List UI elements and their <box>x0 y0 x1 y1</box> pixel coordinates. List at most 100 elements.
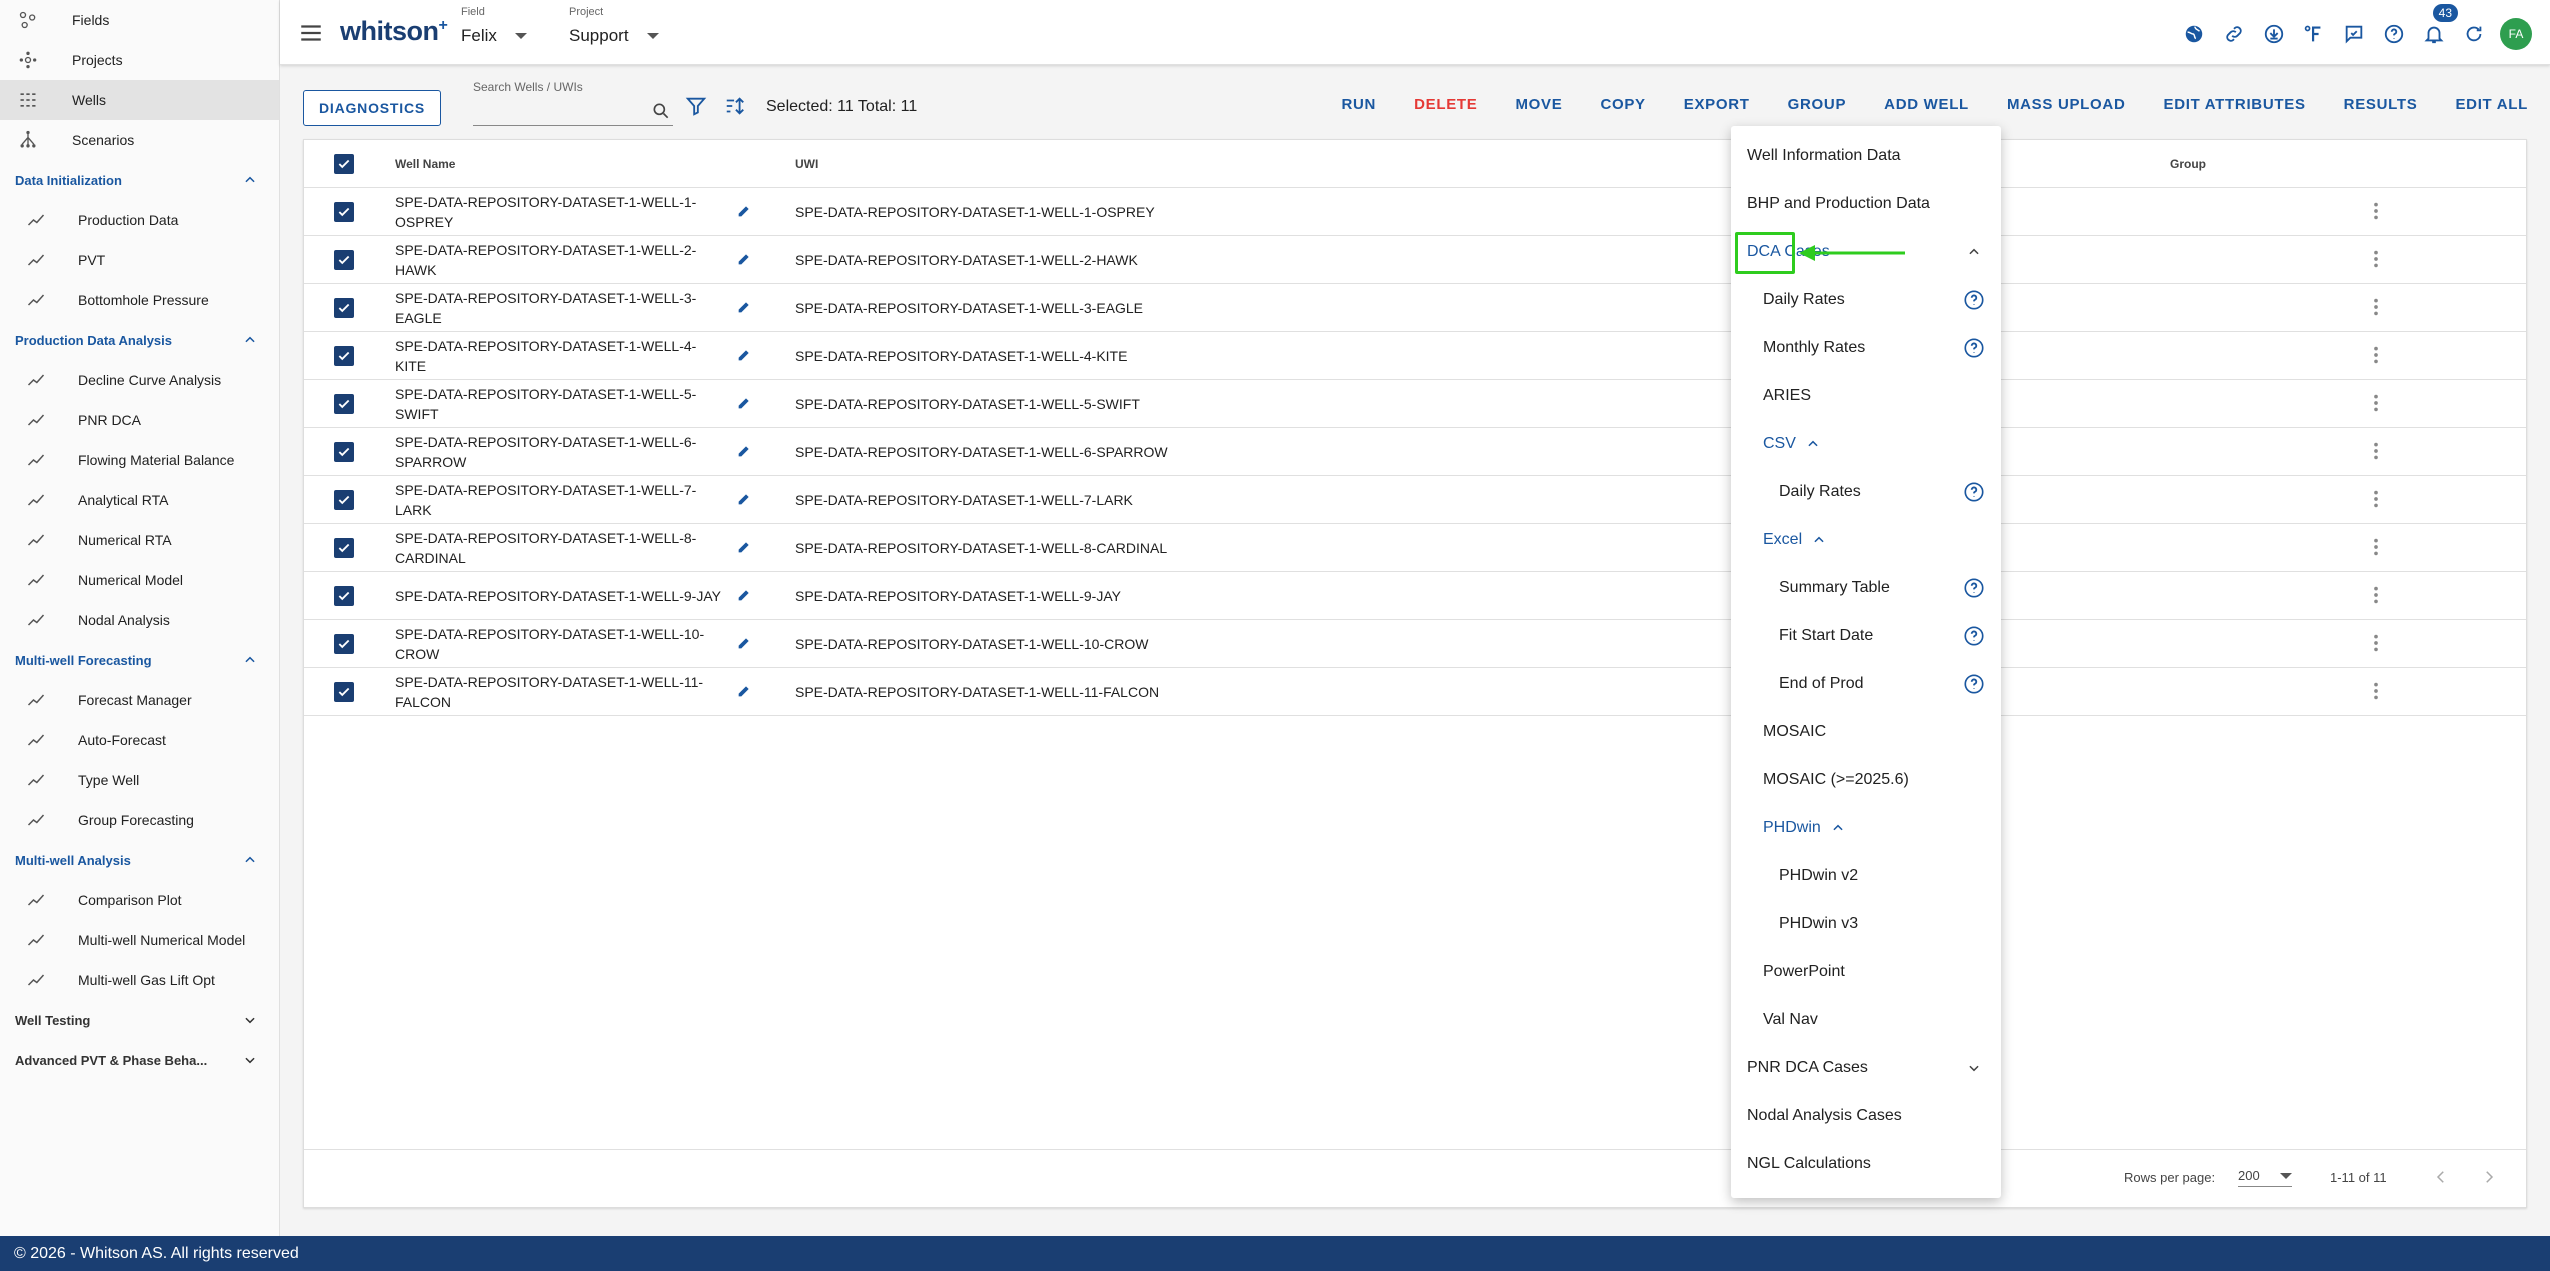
export-item-bhp-and-production-data[interactable]: BHP and Production Data <box>1731 180 2001 228</box>
help-circle-icon[interactable] <box>1963 289 1985 316</box>
sidebar-item-multi-well-numerical-model[interactable]: Multi-well Numerical Model <box>0 920 279 960</box>
row-more-icon[interactable] <box>2365 536 2387 561</box>
edit-pencil-icon[interactable] <box>736 395 752 414</box>
export-item-monthly-rates[interactable]: Monthly Rates <box>1731 324 2001 372</box>
feedback-icon[interactable] <box>2340 20 2368 48</box>
notifications-bell-icon[interactable]: 43 <box>2420 4 2458 48</box>
sort-icon[interactable] <box>724 95 746 117</box>
row-checkbox[interactable] <box>334 202 354 222</box>
refresh-icon[interactable] <box>2460 20 2488 48</box>
app-logo[interactable]: whitson+ <box>340 16 448 47</box>
sidebar-item-fields[interactable]: Fields <box>0 0 279 40</box>
help-circle-icon[interactable] <box>1963 337 1985 364</box>
export-item-powerpoint[interactable]: PowerPoint <box>1731 948 2001 996</box>
globe-icon[interactable] <box>2180 20 2208 48</box>
export-item-ngl-calculations[interactable]: NGL Calculations <box>1731 1140 2001 1188</box>
row-more-icon[interactable] <box>2365 488 2387 513</box>
header-well-name[interactable]: Well Name <box>395 140 725 188</box>
add-well-button[interactable]: ADD WELL <box>1884 96 1969 113</box>
export-item-daily-rates[interactable]: Daily Rates <box>1731 468 2001 516</box>
hamburger-menu-icon[interactable] <box>298 20 324 46</box>
sidebar-item-scenarios[interactable]: Scenarios <box>0 120 279 160</box>
link-icon[interactable] <box>2220 20 2248 48</box>
sidebar-item-wells[interactable]: Wells <box>0 80 279 120</box>
sidebar-item-decline-curve-analysis[interactable]: Decline Curve Analysis <box>0 360 279 400</box>
table-row[interactable]: SPE-DATA-REPOSITORY-DATASET-1-WELL-2-HAW… <box>304 236 2526 284</box>
sidebar-section-multi-well-analysis[interactable]: Multi-well Analysis <box>0 840 279 880</box>
sidebar-item-nodal-analysis[interactable]: Nodal Analysis <box>0 600 279 640</box>
table-row[interactable]: SPE-DATA-REPOSITORY-DATASET-1-WELL-7-LAR… <box>304 476 2526 524</box>
help-circle-icon[interactable] <box>1963 481 1985 508</box>
sidebar-item-numerical-rta[interactable]: Numerical RTA <box>0 520 279 560</box>
row-checkbox[interactable] <box>334 586 354 606</box>
edit-pencil-icon[interactable] <box>736 443 752 462</box>
sidebar-section-production-data-analysis[interactable]: Production Data Analysis <box>0 320 279 360</box>
temperature-unit-icon[interactable] <box>2300 20 2328 48</box>
table-row[interactable]: SPE-DATA-REPOSITORY-DATASET-1-WELL-6-SPA… <box>304 428 2526 476</box>
field-select[interactable]: Field Felix <box>461 6 527 46</box>
select-all-checkbox[interactable] <box>334 154 354 174</box>
user-avatar[interactable]: FA <box>2500 18 2532 50</box>
edit-pencil-icon[interactable] <box>736 251 752 270</box>
sidebar-item-multi-well-gas-lift-opt[interactable]: Multi-well Gas Lift Opt <box>0 960 279 1000</box>
export-item-excel[interactable]: Excel <box>1731 516 2001 564</box>
sidebar-item-analytical-rta[interactable]: Analytical RTA <box>0 480 279 520</box>
row-more-icon[interactable] <box>2365 200 2387 225</box>
search-wells-field[interactable]: Search Wells / UWIs <box>473 80 673 126</box>
sidebar-item-numerical-model[interactable]: Numerical Model <box>0 560 279 600</box>
row-more-icon[interactable] <box>2365 248 2387 273</box>
edit-pencil-icon[interactable] <box>736 491 752 510</box>
sidebar-item-production-data[interactable]: Production Data <box>0 200 279 240</box>
copy-button[interactable]: COPY <box>1600 96 1645 113</box>
help-circle-icon[interactable] <box>1963 673 1985 700</box>
download-circle-icon[interactable] <box>2260 20 2288 48</box>
row-checkbox[interactable] <box>334 298 354 318</box>
row-more-icon[interactable] <box>2365 296 2387 321</box>
export-item-well-information-data[interactable]: Well Information Data <box>1731 132 2001 180</box>
table-row[interactable]: SPE-DATA-REPOSITORY-DATASET-1-WELL-11-FA… <box>304 668 2526 716</box>
table-row[interactable]: SPE-DATA-REPOSITORY-DATASET-1-WELL-8-CAR… <box>304 524 2526 572</box>
next-page-icon[interactable] <box>2480 1168 2498 1186</box>
mass-upload-button[interactable]: MASS UPLOAD <box>2007 96 2126 113</box>
row-more-icon[interactable] <box>2365 344 2387 369</box>
row-more-icon[interactable] <box>2365 584 2387 609</box>
table-row[interactable]: SPE-DATA-REPOSITORY-DATASET-1-WELL-1-OSP… <box>304 188 2526 236</box>
project-select[interactable]: Project Support <box>569 6 659 46</box>
row-checkbox[interactable] <box>334 490 354 510</box>
sidebar-item-group-forecasting[interactable]: Group Forecasting <box>0 800 279 840</box>
export-item-end-of-prod[interactable]: End of Prod <box>1731 660 2001 708</box>
export-item-summary-table[interactable]: Summary Table <box>1731 564 2001 612</box>
previous-page-icon[interactable] <box>2432 1168 2450 1186</box>
help-circle-icon[interactable] <box>1963 577 1985 604</box>
edit-pencil-icon[interactable] <box>736 683 752 702</box>
row-checkbox[interactable] <box>334 250 354 270</box>
row-checkbox[interactable] <box>334 394 354 414</box>
move-button[interactable]: MOVE <box>1515 96 1562 113</box>
edit-pencil-icon[interactable] <box>736 347 752 366</box>
sidebar-item-auto-forecast[interactable]: Auto-Forecast <box>0 720 279 760</box>
sidebar-section-advanced-pvt-phase-beha[interactable]: Advanced PVT & Phase Beha... <box>0 1040 279 1080</box>
filter-icon[interactable] <box>685 95 707 117</box>
help-icon[interactable] <box>2380 20 2408 48</box>
export-item-csv[interactable]: CSV <box>1731 420 2001 468</box>
header-group[interactable]: Group <box>2170 140 2206 188</box>
run-button[interactable]: RUN <box>1341 96 1376 113</box>
export-button[interactable]: EXPORT <box>1684 96 1750 113</box>
chevron-down-icon[interactable] <box>1967 1061 1981 1080</box>
edit-attributes-button[interactable]: EDIT ATTRIBUTES <box>2163 96 2305 113</box>
table-row[interactable]: SPE-DATA-REPOSITORY-DATASET-1-WELL-5-SWI… <box>304 380 2526 428</box>
sidebar-item-flowing-material-balance[interactable]: Flowing Material Balance <box>0 440 279 480</box>
diagnostics-button[interactable]: DIAGNOSTICS <box>303 90 441 126</box>
export-item-aries[interactable]: ARIES <box>1731 372 2001 420</box>
row-more-icon[interactable] <box>2365 392 2387 417</box>
sidebar-section-well-testing[interactable]: Well Testing <box>0 1000 279 1040</box>
group-button[interactable]: GROUP <box>1788 96 1847 113</box>
sidebar-item-projects[interactable]: Projects <box>0 40 279 80</box>
edit-pencil-icon[interactable] <box>736 299 752 318</box>
sidebar-item-comparison-plot[interactable]: Comparison Plot <box>0 880 279 920</box>
export-item-nodal-analysis-cases[interactable]: Nodal Analysis Cases <box>1731 1092 2001 1140</box>
export-item-mosaic[interactable]: MOSAIC <box>1731 708 2001 756</box>
row-checkbox[interactable] <box>334 346 354 366</box>
export-item-pnr-dca-cases[interactable]: PNR DCA Cases <box>1731 1044 2001 1092</box>
sidebar-item-forecast-manager[interactable]: Forecast Manager <box>0 680 279 720</box>
